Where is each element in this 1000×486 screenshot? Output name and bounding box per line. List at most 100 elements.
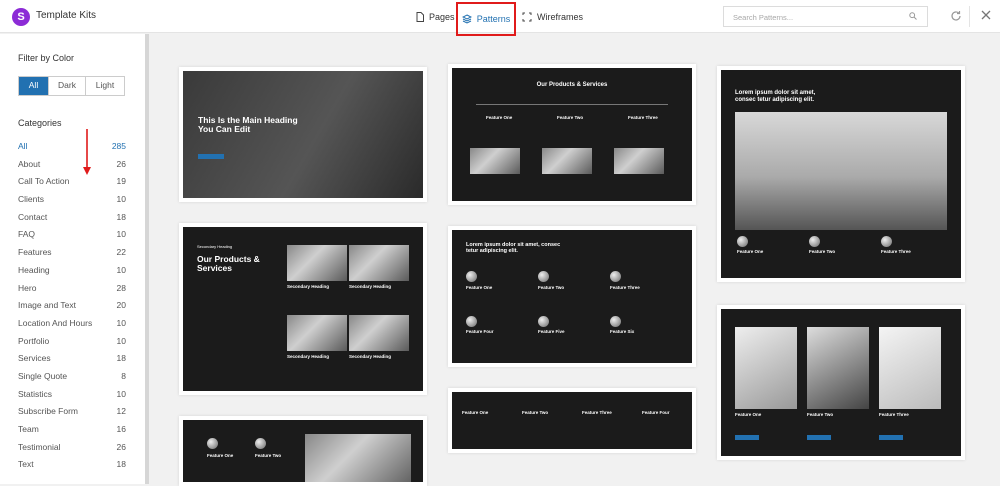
feature-icon [207, 438, 218, 449]
category-name: Hero [18, 282, 37, 293]
feature-title: Feature Two [809, 249, 836, 254]
category-count: 8 [121, 370, 126, 381]
pattern-image [349, 315, 409, 351]
layers-icon [461, 14, 472, 24]
pattern-card[interactable]: Our Products & Services Feature One Feat… [448, 64, 696, 205]
category-name: All [18, 141, 28, 151]
category-item[interactable]: Hero 28 [18, 282, 128, 300]
category-item[interactable]: About 26 [18, 158, 128, 176]
category-item[interactable]: Contact 18 [18, 211, 128, 229]
pattern-subheading: Secondary Heading [287, 354, 330, 359]
top-bar: S Template Kits Pages Patterns Wireframe… [0, 0, 1000, 36]
search-input[interactable] [724, 8, 904, 27]
color-filter-all[interactable]: All [19, 77, 49, 95]
category-name: Subscribe Form [18, 406, 78, 417]
category-item[interactable]: Image and Text 20 [18, 299, 128, 317]
feature-title: Feature Four [642, 410, 670, 415]
feature-icon [881, 236, 892, 247]
category-item[interactable]: Features 22 [18, 246, 128, 264]
category-count: 10 [116, 194, 126, 205]
pattern-heading: Our Products & Services [197, 254, 260, 274]
feature-title: Feature Five [538, 329, 565, 334]
feature-title: Feature One [737, 249, 764, 254]
feature-title: Feature Four [466, 329, 494, 334]
category-name: Image and Text [18, 300, 76, 311]
pattern-image [305, 434, 411, 482]
refresh-icon[interactable] [950, 10, 962, 22]
close-icon[interactable] [981, 10, 991, 20]
category-count: 20 [116, 300, 126, 311]
category-item[interactable]: Portfolio 10 [18, 335, 128, 353]
tab-wireframes-label: Wireframes [537, 11, 584, 22]
category-name: Statistics [18, 388, 53, 399]
feature-title: Feature Three [879, 412, 909, 417]
category-list: All 285 About 26 Call To Action 19 Clients 1… [18, 140, 128, 476]
feature-title: Feature Three [582, 410, 612, 415]
pattern-thumbnail: Feature One Feature Two [183, 420, 423, 482]
pattern-label: Secondary Heading [197, 244, 233, 249]
tab-patterns[interactable]: Patterns [456, 2, 516, 36]
tab-pages[interactable]: Pages [416, 0, 455, 33]
category-item[interactable]: Heading 10 [18, 264, 128, 282]
pattern-card[interactable]: Lorem ipsum dolor sit amet, consec tetur… [448, 226, 696, 367]
feature-title: Feature One [486, 115, 513, 120]
feature-title: Feature Three [610, 285, 640, 290]
pattern-button [735, 435, 759, 440]
category-item[interactable]: Single Quote 8 [18, 370, 128, 388]
category-count: 26 [116, 158, 126, 169]
pattern-subheading: Secondary Heading [349, 354, 392, 359]
pattern-image [807, 327, 869, 409]
app-title: Template Kits [36, 10, 97, 21]
category-count: 10 [116, 264, 126, 275]
category-count: 18 [116, 459, 126, 470]
categories-title: Categories [18, 118, 62, 128]
pattern-card[interactable]: Lorem ipsum dolor sit amet, consec tetur… [717, 66, 965, 282]
color-filter-light[interactable]: Light [86, 77, 124, 95]
frame-icon [522, 12, 532, 21]
category-item[interactable]: All 285 [18, 140, 128, 158]
category-name: Testimonial [18, 441, 61, 452]
pattern-card[interactable]: Feature One Feature Two Feature Three Fe… [448, 388, 696, 453]
pattern-heading: Lorem ipsum dolor sit amet, consec tetur… [466, 242, 561, 255]
pattern-card[interactable]: Feature One Feature Two Feature Three [717, 305, 965, 460]
pattern-card[interactable]: Secondary Heading Our Products & Service… [179, 223, 427, 395]
category-item[interactable]: Team 16 [18, 423, 128, 441]
category-item[interactable]: Testimonial 26 [18, 441, 128, 459]
search-icon[interactable] [909, 12, 917, 20]
category-item[interactable]: Services 18 [18, 352, 128, 370]
feature-icon [538, 316, 549, 327]
pattern-subheading: Secondary Heading [349, 284, 392, 289]
pattern-thumbnail: Lorem ipsum dolor sit amet, consec tetur… [452, 230, 692, 363]
category-count: 18 [116, 211, 126, 222]
pattern-button [879, 435, 903, 440]
category-item[interactable]: Text 18 [18, 458, 128, 476]
pattern-thumbnail: Feature One Feature Two Feature Three Fe… [452, 392, 692, 449]
category-count: 19 [116, 176, 126, 187]
category-name: Single Quote [18, 370, 68, 381]
category-item[interactable]: FAQ 10 [18, 228, 128, 246]
color-filter-dark[interactable]: Dark [49, 77, 86, 95]
sidebar-scrollbar[interactable] [145, 34, 149, 484]
category-name: About [18, 158, 41, 169]
category-item[interactable]: Subscribe Form 12 [18, 405, 128, 423]
feature-title: Feature Three [628, 115, 658, 120]
pattern-card[interactable]: This Is the Main Heading You Can Edit [179, 67, 427, 202]
pattern-card[interactable]: Feature One Feature Two [179, 416, 427, 486]
category-item[interactable]: Statistics 10 [18, 388, 128, 406]
feature-icon [809, 236, 820, 247]
feature-title: Feature Two [557, 115, 584, 120]
feature-title: Feature One [466, 285, 493, 290]
category-item[interactable]: Clients 10 [18, 193, 128, 211]
tab-pages-label: Pages [429, 11, 455, 22]
pattern-button [198, 154, 224, 159]
feature-title: Feature One [462, 410, 489, 415]
tab-wireframes[interactable]: Wireframes [522, 0, 583, 33]
feature-title: Feature One [207, 453, 234, 458]
category-item[interactable]: Location And Hours 10 [18, 317, 128, 335]
color-filter: All Dark Light [18, 76, 125, 96]
logo-icon: S [12, 8, 30, 26]
category-name: Clients [18, 194, 44, 205]
pattern-image [542, 148, 592, 174]
category-count: 18 [116, 353, 126, 364]
category-item[interactable]: Call To Action 19 [18, 175, 128, 193]
